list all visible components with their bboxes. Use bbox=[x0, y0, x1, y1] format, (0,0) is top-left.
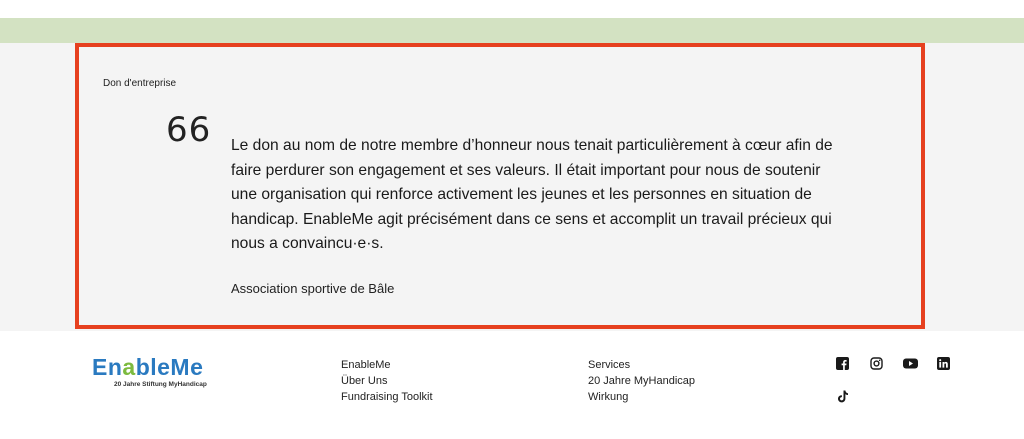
youtube-icon[interactable] bbox=[903, 357, 918, 371]
footer-link-ueber-uns[interactable]: Über Uns bbox=[341, 373, 433, 389]
logo-wordmark: EnableMe bbox=[92, 354, 204, 380]
enableme-logo[interactable]: EnableMe 20 Jahre Stiftung MyHandicap bbox=[92, 354, 222, 394]
green-banner-bar bbox=[0, 18, 1024, 43]
footer-link-services[interactable]: Services bbox=[588, 357, 695, 373]
logo-tagline: 20 Jahre Stiftung MyHandicap bbox=[114, 381, 207, 388]
footer-link-fundraising-toolkit[interactable]: Fundraising Toolkit bbox=[341, 389, 433, 405]
testimonial-category: Don d'entreprise bbox=[103, 78, 177, 89]
testimonial-author: Association sportive de Bâle bbox=[231, 281, 395, 296]
footer-links-column-1: EnableMe Über Uns Fundraising Toolkit bbox=[341, 357, 433, 405]
quote-mark-icon: 66 bbox=[166, 110, 212, 150]
footer-link-enableme[interactable]: EnableMe bbox=[341, 357, 433, 373]
facebook-icon[interactable] bbox=[836, 357, 850, 371]
instagram-icon[interactable] bbox=[870, 357, 884, 371]
top-strip bbox=[0, 0, 1024, 18]
testimonial-quote: Le don au nom de notre membre d’honneur … bbox=[231, 137, 833, 252]
footer-link-20-jahre-myhandicap[interactable]: 20 Jahre MyHandicap bbox=[588, 373, 695, 389]
linkedin-icon[interactable] bbox=[937, 357, 951, 371]
tiktok-icon[interactable] bbox=[837, 390, 851, 404]
footer-link-wirkung[interactable]: Wirkung bbox=[588, 389, 695, 405]
footer-links-column-2: Services 20 Jahre MyHandicap Wirkung bbox=[588, 357, 695, 405]
